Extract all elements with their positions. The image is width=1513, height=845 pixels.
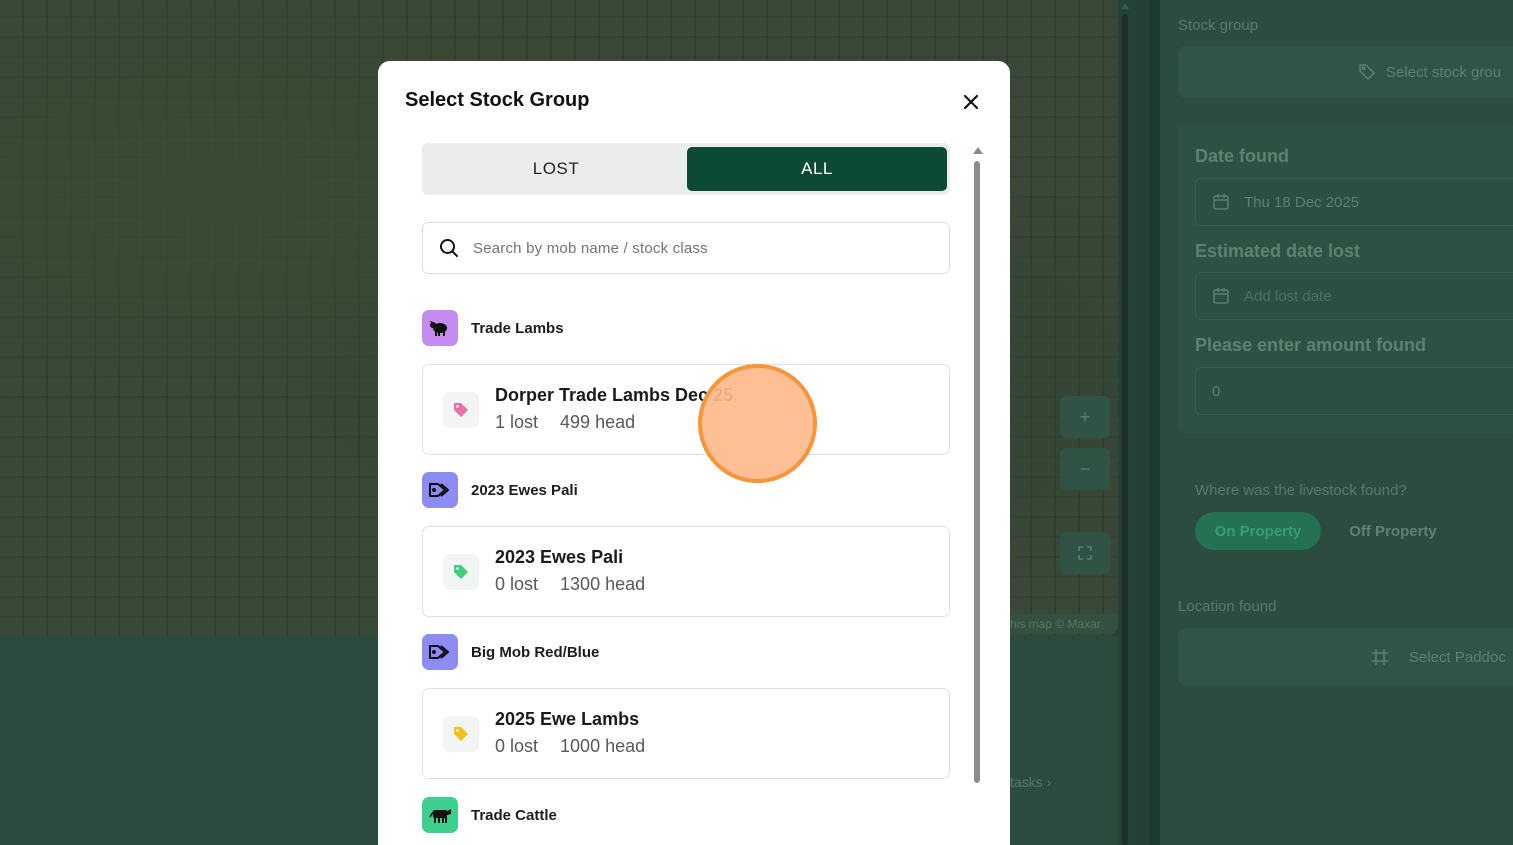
tag-icon <box>443 392 479 428</box>
stock-group-card[interactable]: 2023 Ewes Pali 0 lost 1300 head <box>422 526 950 617</box>
tasks-link-label: tasks <box>1010 774 1043 790</box>
lost-count: 1 lost <box>495 412 539 432</box>
search-placeholder: Search by mob name / stock class <box>473 239 708 257</box>
lost-count: 0 lost <box>495 736 539 756</box>
select-stock-group-label: Select stock grou <box>1386 63 1502 81</box>
found-livestock-panel: Stock group Select stock grou Date found… <box>1160 0 1513 845</box>
scroll-up-arrow[interactable] <box>973 147 983 154</box>
modal-scrollbar[interactable] <box>972 145 984 845</box>
card-meta: 0 lost 1000 head <box>495 736 645 757</box>
zoom-out-button[interactable]: − <box>1060 448 1110 490</box>
sheep-icon <box>422 310 458 346</box>
amount-found-label: Please enter amount found <box>1195 335 1427 355</box>
page-scrollbar[interactable] <box>1118 0 1134 845</box>
date-found-value: Thu 18 Dec 2025 <box>1244 193 1360 211</box>
tag-icon <box>443 716 479 752</box>
group-name: Trade Lambs <box>471 319 564 337</box>
cow-icon <box>422 797 458 833</box>
tags-icon <box>422 634 458 670</box>
tab-lost[interactable]: LOST <box>426 147 686 191</box>
amount-found-input[interactable]: 0 <box>1195 367 1513 415</box>
group-header-trade-cattle: Trade Cattle <box>422 797 557 833</box>
fullscreen-button[interactable] <box>1060 532 1110 574</box>
paddock-grid-icon <box>1372 649 1388 665</box>
close-icon <box>963 94 979 110</box>
panel-divider <box>1150 0 1160 845</box>
date-found-field[interactable]: Thu 18 Dec 2025 <box>1195 178 1513 226</box>
head-count: 499 head <box>560 412 636 432</box>
estimated-date-lost-label: Estimated date lost <box>1195 241 1361 261</box>
stock-group-label: Stock group <box>1178 17 1259 34</box>
card-title: 2025 Ewe Lambs <box>495 709 640 729</box>
location-question: Where was the livestock found? <box>1195 482 1407 499</box>
close-button[interactable] <box>960 91 982 113</box>
group-name: Big Mob Red/Blue <box>471 643 600 661</box>
search-input[interactable]: Search by mob name / stock class <box>422 222 950 274</box>
select-stock-group-modal: Select Stock Group LOST ALL Search by mo… <box>378 61 1010 845</box>
head-count: 1000 head <box>560 736 646 756</box>
group-header-trade-lambs: Trade Lambs <box>422 310 564 346</box>
lost-count: 0 lost <box>495 574 539 594</box>
card-meta: 1 lost 499 head <box>495 412 635 433</box>
map-attribution: his map © Maxar <box>1006 614 1118 634</box>
expand-icon <box>1078 546 1092 560</box>
estimated-date-lost-field[interactable]: Add lost date <box>1195 272 1513 320</box>
group-name: Trade Cattle <box>471 806 557 824</box>
scrollbar-thumb[interactable] <box>1122 14 1128 845</box>
off-property-toggle[interactable]: Off Property <box>1330 512 1456 550</box>
location-found-label: Location found <box>1178 598 1277 615</box>
calendar-icon <box>1213 194 1229 210</box>
scroll-up-arrow[interactable] <box>1121 3 1129 9</box>
tab-all[interactable]: ALL <box>687 147 947 191</box>
modal-title: Select Stock Group <box>405 89 590 111</box>
zoom-in-button[interactable]: + <box>1060 396 1110 438</box>
on-property-toggle[interactable]: On Property <box>1195 512 1321 550</box>
search-icon <box>440 239 458 257</box>
tags-icon <box>422 472 458 508</box>
tasks-link[interactable]: tasks › <box>1010 774 1051 790</box>
filter-tabs: LOST ALL <box>422 143 950 195</box>
select-paddock-button[interactable]: Select Paddoc <box>1178 628 1513 686</box>
tag-icon <box>1359 64 1376 81</box>
scrollbar-thumb[interactable] <box>974 161 980 783</box>
card-title: 2023 Ewes Pali <box>495 547 624 567</box>
select-paddock-label: Select Paddoc <box>1409 648 1506 666</box>
stock-group-card[interactable]: Dorper Trade Lambs Dec 25 1 lost 499 head <box>422 364 950 455</box>
card-title: Dorper Trade Lambs Dec 25 <box>495 385 734 405</box>
date-found-label: Date found <box>1195 146 1289 166</box>
calendar-icon <box>1213 288 1229 304</box>
group-header-big-mob-red-blue: Big Mob Red/Blue <box>422 634 599 670</box>
select-stock-group-button[interactable]: Select stock grou <box>1178 46 1513 98</box>
card-meta: 0 lost 1300 head <box>495 574 645 595</box>
group-name: 2023 Ewes Pali <box>471 481 578 499</box>
head-count: 1300 head <box>560 574 646 594</box>
tag-icon <box>443 554 479 590</box>
stock-group-card[interactable]: 2025 Ewe Lambs 0 lost 1000 head <box>422 688 950 779</box>
group-header-2023-ewes-pali: 2023 Ewes Pali <box>422 472 578 508</box>
estimated-date-lost-placeholder: Add lost date <box>1244 287 1332 305</box>
amount-found-value: 0 <box>1212 382 1221 400</box>
